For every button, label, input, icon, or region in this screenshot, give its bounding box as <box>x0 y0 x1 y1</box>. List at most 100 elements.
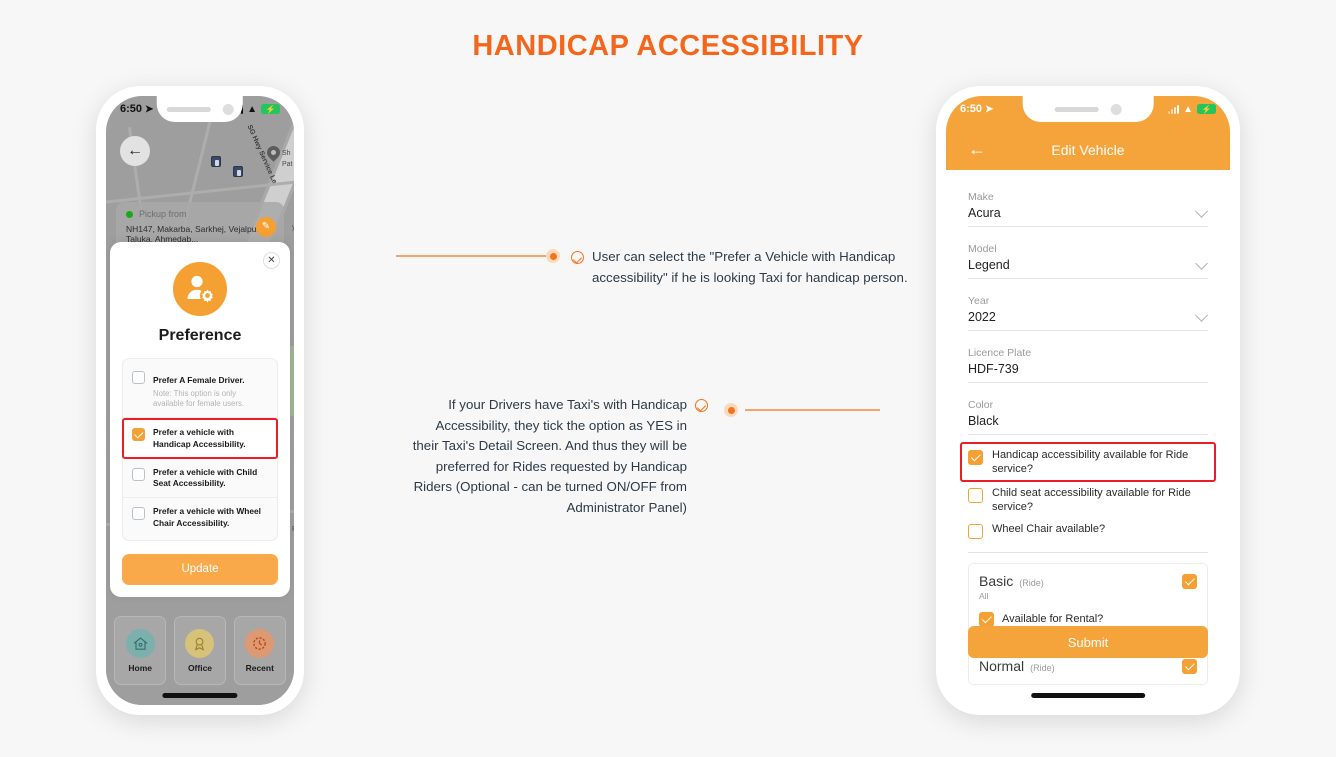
edit-vehicle-screen: ← Edit Vehicle 6:50 ➤ ▲ ⚡ Make Acura Mod <box>946 96 1230 705</box>
preference-option-label: Prefer a vehicle with Wheel Chair Access… <box>153 506 261 528</box>
connector-dot <box>724 403 738 417</box>
map-label-4: y C <box>292 224 294 231</box>
checkbox-child-seat[interactable] <box>132 467 145 481</box>
saved-place-recent[interactable]: Recent <box>233 616 286 685</box>
wifi-icon: ▲ <box>247 103 257 115</box>
accessibility-option-child-seat[interactable]: Child seat accessibility available for R… <box>968 482 1208 518</box>
field-color[interactable]: Color Black <box>968 390 1208 435</box>
connector-line <box>396 255 546 257</box>
map-poi-icon-2[interactable] <box>233 166 243 177</box>
accessibility-option-label: Wheel Chair available? <box>992 523 1106 536</box>
annotation-text: User can select the "Prefer a Vehicle wi… <box>592 249 908 285</box>
close-preference-button[interactable]: ✕ <box>263 252 280 269</box>
saved-place-office[interactable]: Office <box>173 616 227 685</box>
check-circle-icon <box>571 251 584 264</box>
field-label: Model <box>968 243 997 255</box>
preference-option-handicap[interactable]: Prefer a vehicle with Handicap Accessibi… <box>122 418 278 459</box>
preference-option-note: Note: This option is only available for … <box>153 389 245 409</box>
field-value: Acura <box>968 206 1001 220</box>
checkbox-service-normal[interactable] <box>1182 659 1197 675</box>
field-licence-plate[interactable]: Licence Plate HDF-739 <box>968 338 1208 383</box>
page-title: HANDICAP ACCESSIBILITY <box>472 30 864 62</box>
saved-place-label: Recent <box>245 662 274 673</box>
home-indicator[interactable] <box>1031 693 1145 698</box>
saved-place-label: Office <box>187 662 213 673</box>
service-kind: (Ride) <box>1030 663 1055 674</box>
field-year[interactable]: Year 2022 <box>968 286 1208 331</box>
pickup-dot-icon <box>126 210 133 218</box>
phone-mockup-rider: SG Hwy Service Le Sh Pat Jod y C Pra 6:5… <box>96 86 304 715</box>
checkbox-wheel-chair-available[interactable] <box>968 524 983 540</box>
saved-place-home[interactable]: Home <box>114 616 167 685</box>
check-circle-icon <box>695 399 708 412</box>
map-label-1: Sh <box>282 150 291 157</box>
saved-places-bar: Home Office Recent <box>106 605 294 705</box>
preference-option-wheel-chair[interactable]: Prefer a vehicle with Wheel Chair Access… <box>123 498 277 537</box>
checkbox-female-driver[interactable] <box>132 371 145 384</box>
checkbox-wheel-chair[interactable] <box>132 507 145 521</box>
phone-mockup-driver: ← Edit Vehicle 6:50 ➤ ▲ ⚡ Make Acura Mod <box>936 86 1240 715</box>
preference-option-label: Prefer A Female Driver. <box>153 375 245 385</box>
rental-row-basic[interactable]: Available for Rental? <box>979 610 1197 628</box>
signal-icon <box>1168 104 1180 114</box>
wifi-icon: ▲ <box>1183 103 1193 115</box>
location-arrow-icon: ➤ <box>145 103 154 115</box>
preference-option-female-driver[interactable]: Prefer A Female Driver. Note: This optio… <box>123 362 277 419</box>
map-poi-icon-1[interactable] <box>211 156 221 167</box>
annotation-text: If your Drivers have Taxi's with Handica… <box>412 397 687 516</box>
pencil-icon: ✎ <box>261 221 271 232</box>
pickup-label: Pickup from <box>139 209 187 219</box>
connector-line <box>745 409 880 411</box>
map-back-button[interactable]: ← <box>120 136 150 166</box>
map-label-2: Pat <box>282 161 293 168</box>
checkbox-handicap-available[interactable] <box>968 450 983 465</box>
map-label-5: Pra <box>292 526 294 533</box>
accessibility-option-wheel-chair[interactable]: Wheel Chair available? <box>968 518 1208 543</box>
front-camera <box>222 103 234 115</box>
back-arrow-icon: ← <box>127 142 143 159</box>
office-icon <box>185 628 215 658</box>
rental-label: Available for Rental? <box>1002 612 1104 625</box>
field-value: Legend <box>968 258 1010 272</box>
rider-screen: SG Hwy Service Le Sh Pat Jod y C Pra 6:5… <box>106 96 294 705</box>
preference-option-label: Prefer a vehicle with Handicap Accessibi… <box>153 427 246 449</box>
section-divider <box>968 552 1208 554</box>
checkbox-child-seat-available[interactable] <box>968 488 983 504</box>
accessibility-options: Handicap accessibility available for Rid… <box>960 442 1216 554</box>
edit-pickup-button[interactable]: ✎ <box>256 216 276 237</box>
home-icon <box>125 628 155 658</box>
field-label: Year <box>968 295 990 307</box>
header-title: Edit Vehicle <box>1051 142 1125 158</box>
preference-option-label: Prefer a vehicle with Child Seat Accessi… <box>153 466 258 488</box>
phone-notch <box>156 96 244 122</box>
update-button[interactable]: Update <box>122 553 278 585</box>
phone-notch <box>1022 96 1154 122</box>
close-icon: ✕ <box>267 255 276 266</box>
field-value: HDF-739 <box>968 362 1019 376</box>
checkbox-handicap[interactable] <box>132 428 145 442</box>
submit-button[interactable]: Submit <box>968 626 1208 658</box>
field-label: Make <box>968 191 994 203</box>
preference-option-child-seat[interactable]: Prefer a vehicle with Child Seat Accessi… <box>123 459 277 499</box>
location-arrow-icon: ➤ <box>985 103 994 115</box>
field-make[interactable]: Make Acura <box>968 182 1208 227</box>
service-sub: All <box>979 591 989 602</box>
accessibility-option-label: Handicap accessibility available for Rid… <box>992 449 1189 476</box>
status-time: 6:50 <box>960 103 983 115</box>
front-camera <box>1110 103 1122 115</box>
preference-option-list: Prefer A Female Driver. Note: This optio… <box>122 358 278 541</box>
user-settings-icon <box>173 262 227 316</box>
checkbox-service-basic[interactable] <box>1182 574 1197 590</box>
service-name: Basic <box>979 573 1014 590</box>
home-indicator[interactable] <box>162 693 238 698</box>
service-kind: (Ride) <box>1019 578 1044 589</box>
field-model[interactable]: Model Legend <box>968 234 1208 279</box>
connector-dot <box>546 249 560 263</box>
battery-charging-icon: ⚡ <box>1197 104 1216 114</box>
accessibility-option-handicap[interactable]: Handicap accessibility available for Rid… <box>960 442 1216 483</box>
clock-icon <box>245 628 275 658</box>
speaker-grille <box>1054 106 1099 112</box>
saved-place-label: Home <box>128 662 153 673</box>
preference-title: Preference <box>158 327 242 344</box>
field-label: Licence Plate <box>968 347 1032 359</box>
